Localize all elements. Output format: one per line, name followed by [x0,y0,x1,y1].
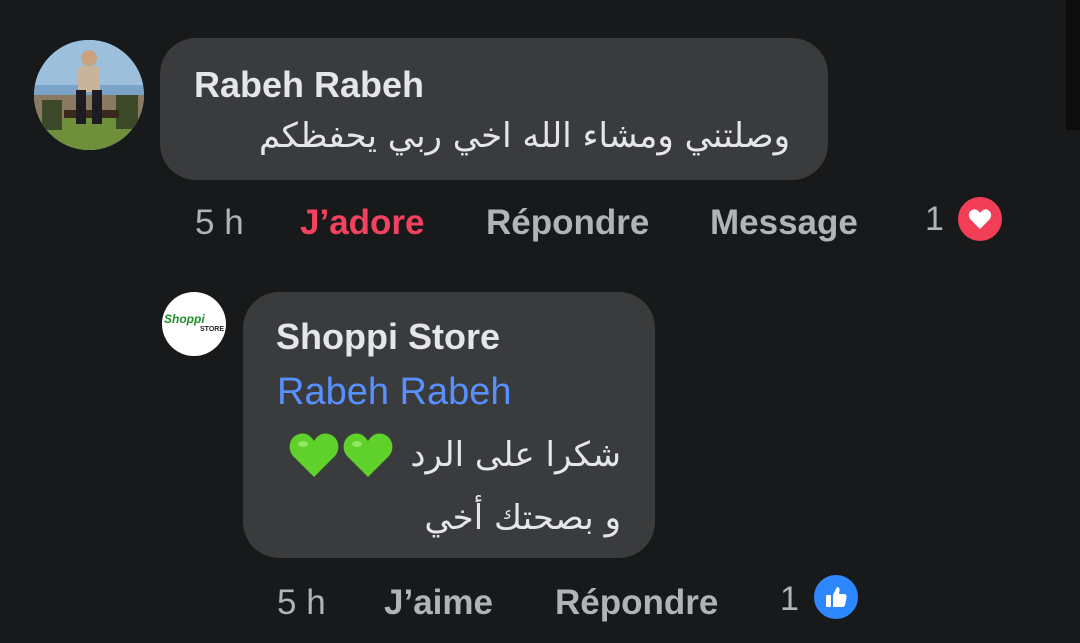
heart-love-icon[interactable] [956,195,1004,243]
react-button[interactable]: J’adore [300,203,425,243]
like-button[interactable]: J’aime [384,583,493,623]
comment-actions: 5 h J’adore Répondre Message 1 [0,195,1080,251]
logo-subtext: STORE [200,326,224,333]
green-heart-emoji-icon [343,433,393,477]
comment-actions: 5 h J’aime Répondre 1 [0,573,1080,631]
avatar[interactable]: Shoppi STORE [162,292,226,356]
comment-bubble: Rabeh Rabeh وصلتني ومشاء الله اخي ربي يح… [160,38,828,180]
avatar[interactable] [34,40,144,150]
right-edge-strip [1066,0,1080,130]
comment-text: و بصحتك أخي [424,498,621,538]
mention-link[interactable]: Rabeh Rabeh [277,371,512,414]
comment-timestamp[interactable]: 5 h [277,583,326,623]
logo-text: Shoppi [164,312,205,326]
comment-text-line: شكرا على الرد [288,430,621,480]
reply-button[interactable]: Répondre [486,203,649,243]
reaction-count[interactable]: 1 [780,580,799,619]
reaction-count[interactable]: 1 [925,200,944,239]
reply-button[interactable]: Répondre [555,583,718,623]
comment-author[interactable]: Rabeh Rabeh [194,64,424,106]
comment-author[interactable]: Shoppi Store [276,316,500,358]
message-button[interactable]: Message [710,203,858,243]
comment-text: وصلتني ومشاء الله اخي ربي يحفظكم [259,116,790,156]
comment-bubble: Shoppi Store Rabeh Rabeh شكرا على الرد و… [243,292,655,558]
green-heart-emoji-icon [289,433,339,477]
avatar-photo [34,40,144,150]
comment-timestamp[interactable]: 5 h [195,203,244,243]
comment-text: شكرا على الرد [410,435,621,475]
thumbs-up-like-icon[interactable] [812,573,860,621]
